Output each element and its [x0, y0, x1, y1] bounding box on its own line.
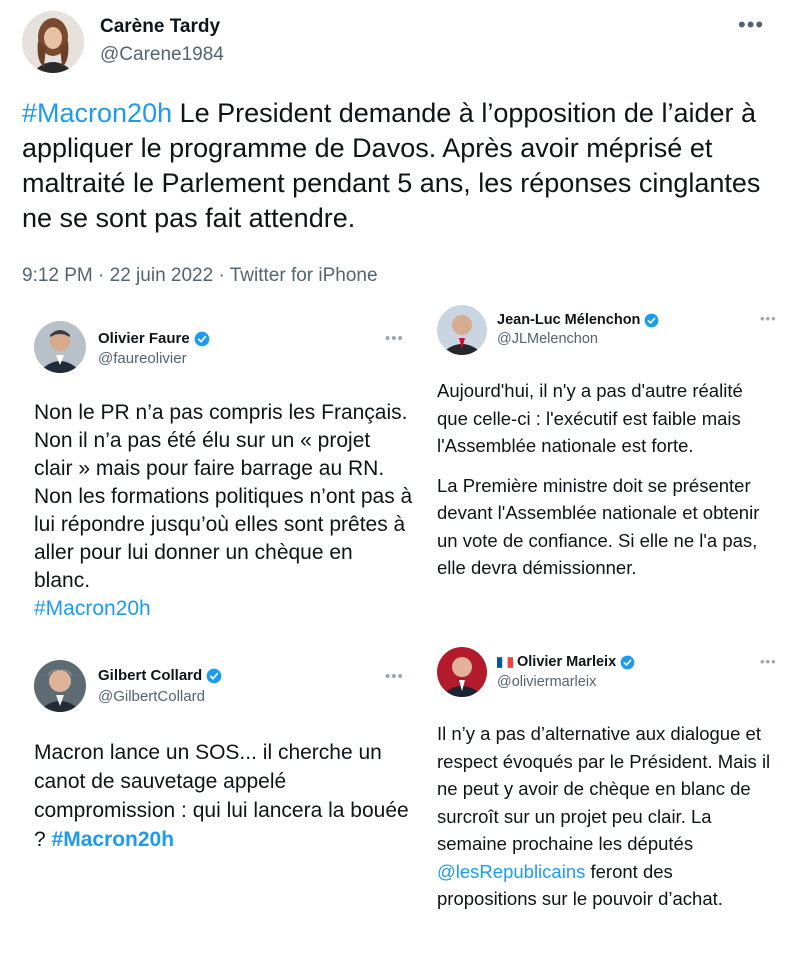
marleix-body: Il n’y a pas d’alternative aux dialogue … — [437, 723, 771, 854]
collard-hashtag-link[interactable]: #Macron20h — [52, 828, 175, 851]
melenchon-handle[interactable]: @JLMelenchon — [497, 331, 598, 347]
faure-avatar[interactable] — [34, 321, 86, 373]
faure-text: Non le PR n’a pas compris les Français. … — [34, 399, 414, 623]
melenchon-paragraph-1: Aujourd'hui, il n'y a pas d'autre réalit… — [437, 380, 743, 456]
collard-more-icon[interactable]: ••• — [385, 669, 404, 684]
author-avatar[interactable] — [22, 11, 84, 73]
faure-name[interactable]: Olivier Faure — [98, 330, 210, 347]
collard-text: Macron lance un SOS... il cherche un can… — [34, 738, 409, 854]
tweet-timestamp[interactable]: 9:12 PM · 22 juin 2022 · Twitter for iPh… — [22, 265, 378, 287]
verified-badge-icon — [645, 313, 659, 328]
melenchon-more-icon[interactable]: ••• — [760, 312, 777, 325]
verified-badge-icon — [620, 655, 635, 670]
verified-badge-icon — [194, 331, 210, 347]
collard-handle[interactable]: @GilbertCollard — [98, 688, 205, 705]
melenchon-text: Aujourd'hui, il n'y a pas d'autre réalit… — [437, 377, 767, 582]
author-handle[interactable]: @Carene1984 — [100, 44, 224, 66]
republicains-mention-link[interactable]: @lesRepublicains — [437, 861, 585, 882]
faure-body: Non le PR n’a pas compris les Français. … — [34, 401, 413, 592]
melenchon-paragraph-2: La Première ministre doit se présenter d… — [437, 474, 760, 579]
verified-badge-icon — [207, 668, 222, 684]
collard-avatar[interactable] — [34, 660, 86, 712]
collard-name[interactable]: Gilbert Collard — [98, 667, 222, 684]
marleix-text: Il n’y a pas d’alternative aux dialogue … — [437, 720, 772, 913]
marleix-more-icon[interactable]: ••• — [760, 655, 777, 668]
marleix-avatar[interactable] — [437, 647, 487, 697]
tweet-text: #Macron20h Le President demande à l’oppo… — [22, 96, 782, 236]
melenchon-avatar[interactable] — [437, 305, 487, 355]
hashtag-link[interactable]: #Macron20h — [22, 98, 172, 128]
france-flag-icon — [497, 656, 513, 668]
faure-more-icon[interactable]: ••• — [385, 331, 404, 346]
marleix-name[interactable]: Olivier Marleix — [497, 654, 635, 670]
author-name[interactable]: Carène Tardy — [100, 16, 220, 38]
melenchon-name[interactable]: Jean-Luc Mélenchon — [497, 312, 659, 328]
more-dots-icon[interactable]: ••• — [738, 14, 764, 36]
faure-hashtag-link[interactable]: #Macron20h — [34, 595, 414, 623]
marleix-handle[interactable]: @oliviermarleix — [497, 674, 596, 690]
faure-handle[interactable]: @faureolivier — [98, 350, 187, 367]
